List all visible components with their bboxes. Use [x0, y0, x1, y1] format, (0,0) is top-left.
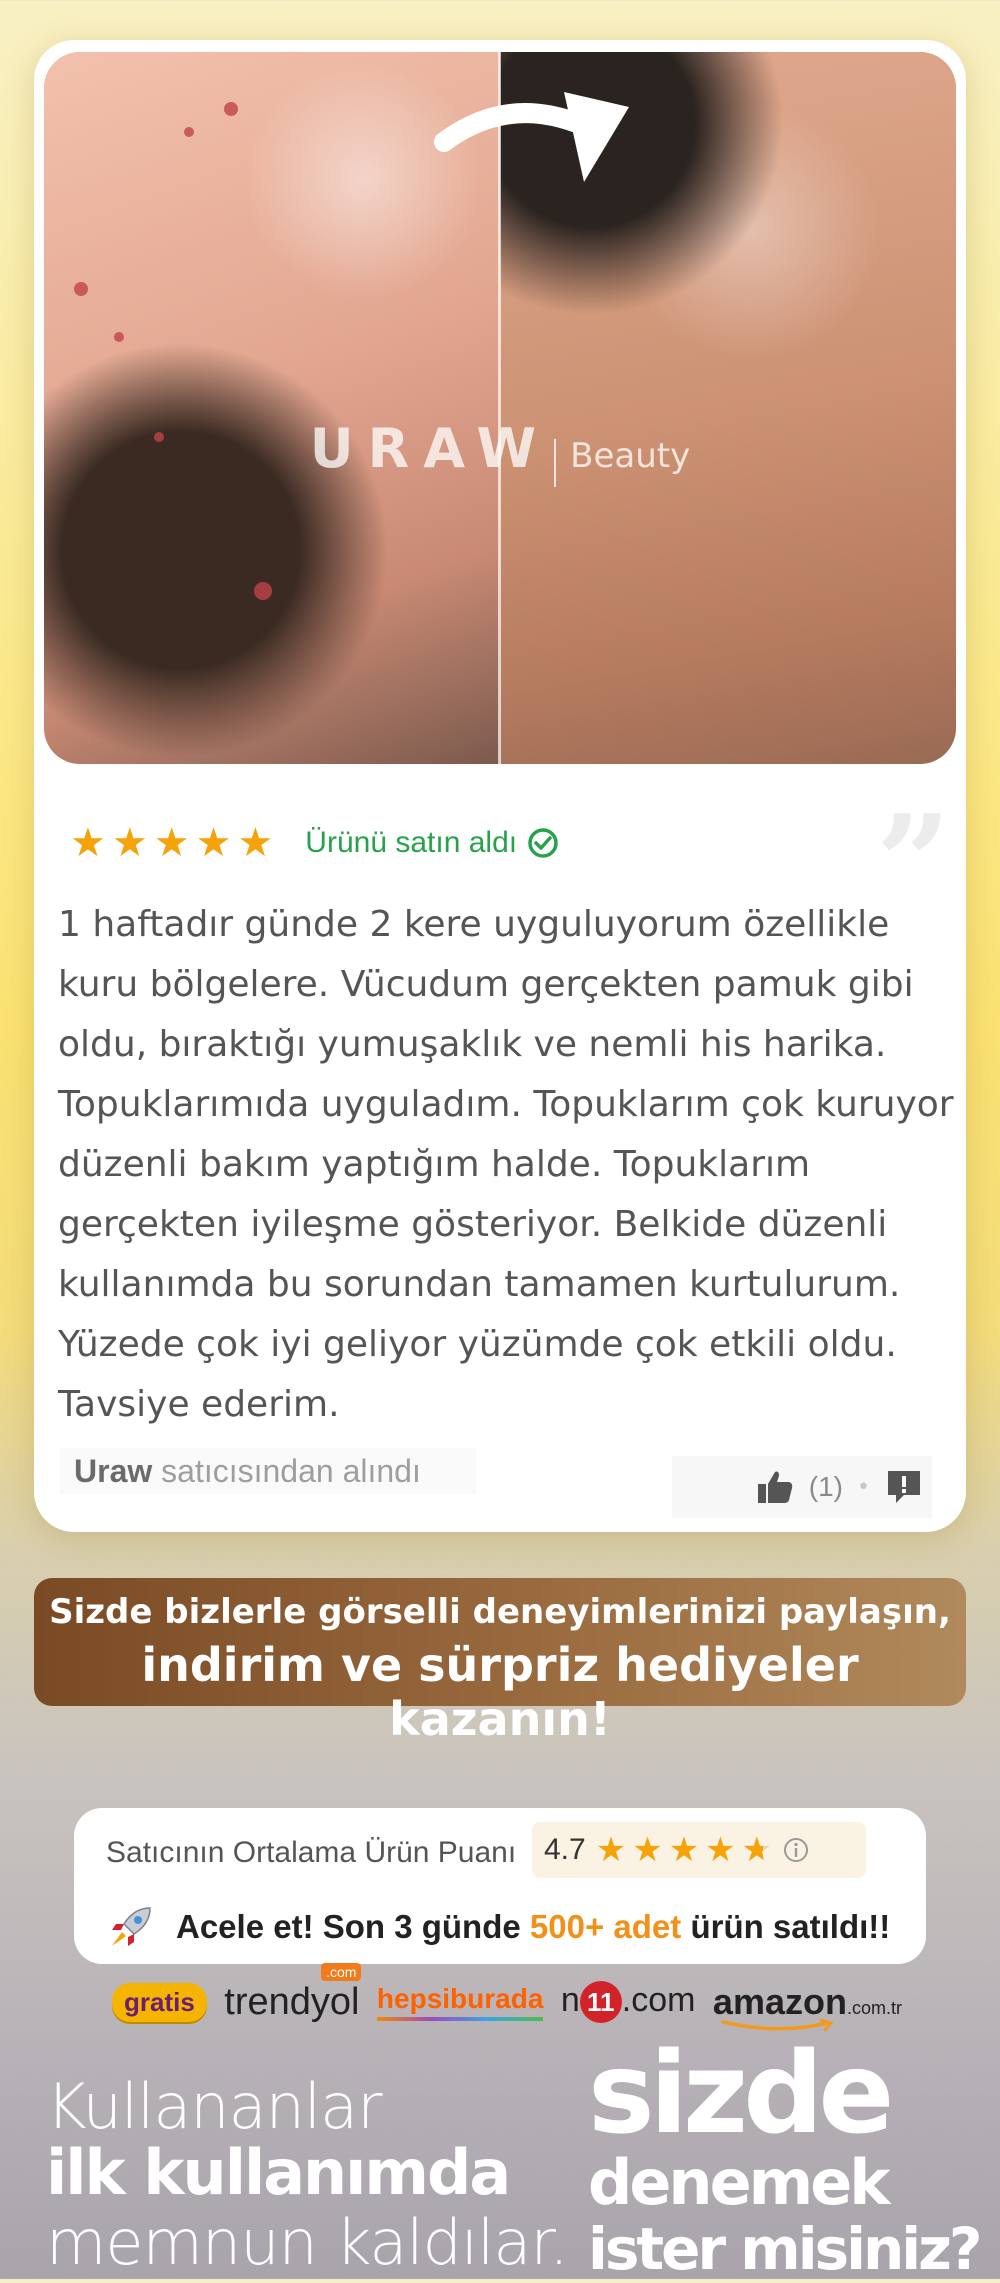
trendyol-name: trendyol: [224, 1980, 360, 2023]
rating-score: 4.7: [544, 1833, 586, 1866]
left-slogan: Kullananlar ilk kullanımda memnun kaldıl…: [46, 2070, 569, 2279]
like-count: (1): [808, 1471, 844, 1502]
trendyol-logo: trendyol .com: [224, 1962, 362, 2024]
separator-dot: •: [857, 1474, 870, 1500]
n11-logo: n 11 .com: [560, 1981, 696, 2023]
acne-spot: [184, 127, 194, 137]
n11-eleven: 11: [579, 1981, 622, 2023]
rating-score-pill: 4.7 ★ ★ ★ ★ ★: [532, 1822, 866, 1878]
hurry-suffix: ürün satıldı!!: [690, 1908, 891, 1945]
acne-spot: [224, 102, 238, 116]
watermark-brand: URAW: [309, 417, 551, 480]
rocket-icon: [112, 1907, 151, 1946]
right-slogan-line-2: denemek: [588, 2146, 891, 2219]
acne-spot: [254, 582, 272, 600]
trendyol-com: .com: [321, 1962, 362, 1981]
left-slogan-line-3: memnun kaldılar.: [46, 2206, 569, 2279]
n11-prefix: n: [560, 1981, 580, 2019]
right-slogan: sizde denemek ister misiniz?: [588, 2029, 983, 2283]
info-icon[interactable]: [782, 1836, 810, 1864]
seller-info: Uraw satıcısından alındı: [60, 1448, 476, 1494]
acne-spot: [114, 332, 124, 342]
rating-label: Satıcının Ortalama Ürün Puanı: [106, 1836, 517, 1869]
right-slogan-line-1: sizde: [588, 2029, 894, 2159]
review-text: 1 haftadır günde 2 kere uyguluyorum özel…: [58, 904, 954, 1425]
seller-suffix: satıcısından alındı: [161, 1453, 421, 1489]
gratis-logo: gratis: [112, 1982, 207, 2022]
curved-arrow-icon: [434, 92, 629, 182]
star-icon: ★: [195, 820, 232, 866]
store-logos: gratis trendyol .com hepsiburada n 11 .com …: [112, 1962, 902, 2034]
hepsiburada-logo: hepsiburada: [376, 1983, 544, 2021]
review-actions: (1) •: [672, 1456, 932, 1518]
verified-purchase: Ürünü satın aldı: [305, 826, 559, 860]
n11-suffix: .com: [621, 1981, 696, 2019]
amazon-logo: amazon.com.tr: [712, 1981, 902, 2032]
promo-banner: Sizde bizlerle görselli deneyimlerinizi …: [34, 1578, 966, 1746]
report-icon[interactable]: [884, 1467, 924, 1507]
hurry-highlight: 500+ adet: [529, 1908, 682, 1945]
star-icon: ★: [632, 1830, 663, 1870]
acne-spot: [74, 282, 88, 296]
watermark-sub: Beauty: [570, 436, 691, 476]
left-slogan-line-2: ilk kullanımda: [46, 2136, 511, 2209]
sales-urgency-text: Acele et! Son 3 günde 500+ adet ürün sat…: [176, 1902, 890, 1952]
before-after-photo: URAW Beauty: [44, 52, 956, 764]
half-star-icon: ★: [742, 1830, 772, 1870]
verified-label: Ürünü satın aldı: [305, 826, 518, 859]
star-icon: ★: [668, 1830, 700, 1870]
promo-line-1: Sizde bizlerle görselli deneyimlerinizi …: [49, 1592, 951, 1632]
star-icon: ★: [70, 820, 106, 866]
amazon-name: amazon: [712, 1981, 847, 2022]
star-icon: ★: [705, 1830, 736, 1870]
left-slogan-line-1: Kullananlar: [46, 2070, 383, 2143]
amazon-tld: .com.tr: [846, 1998, 902, 2018]
brand-watermark: URAW Beauty: [44, 417, 956, 487]
promo-line-2: indirim ve sürpriz hediyeler kazanın!: [141, 1638, 859, 1746]
star-icon: ★: [237, 820, 274, 866]
check-circle-icon: [528, 828, 558, 858]
star-icon: ★: [595, 1830, 627, 1870]
right-slogan-line-3: ister misiniz?: [588, 2215, 983, 2283]
seller-name: Uraw: [74, 1453, 153, 1489]
hurry-prefix: Acele et! Son 3 günde: [176, 1908, 521, 1945]
thumbs-up-icon[interactable]: [755, 1467, 795, 1507]
review-rating: ★ ★ ★ ★ ★ Ürünü satın aldı: [70, 820, 559, 866]
star-icon: ★: [111, 820, 148, 866]
star-icon: ★: [153, 820, 190, 866]
seller-rating-box: Satıcının Ortalama Ürün Puanı 4.7 ★ ★ ★ …: [74, 1808, 926, 1964]
